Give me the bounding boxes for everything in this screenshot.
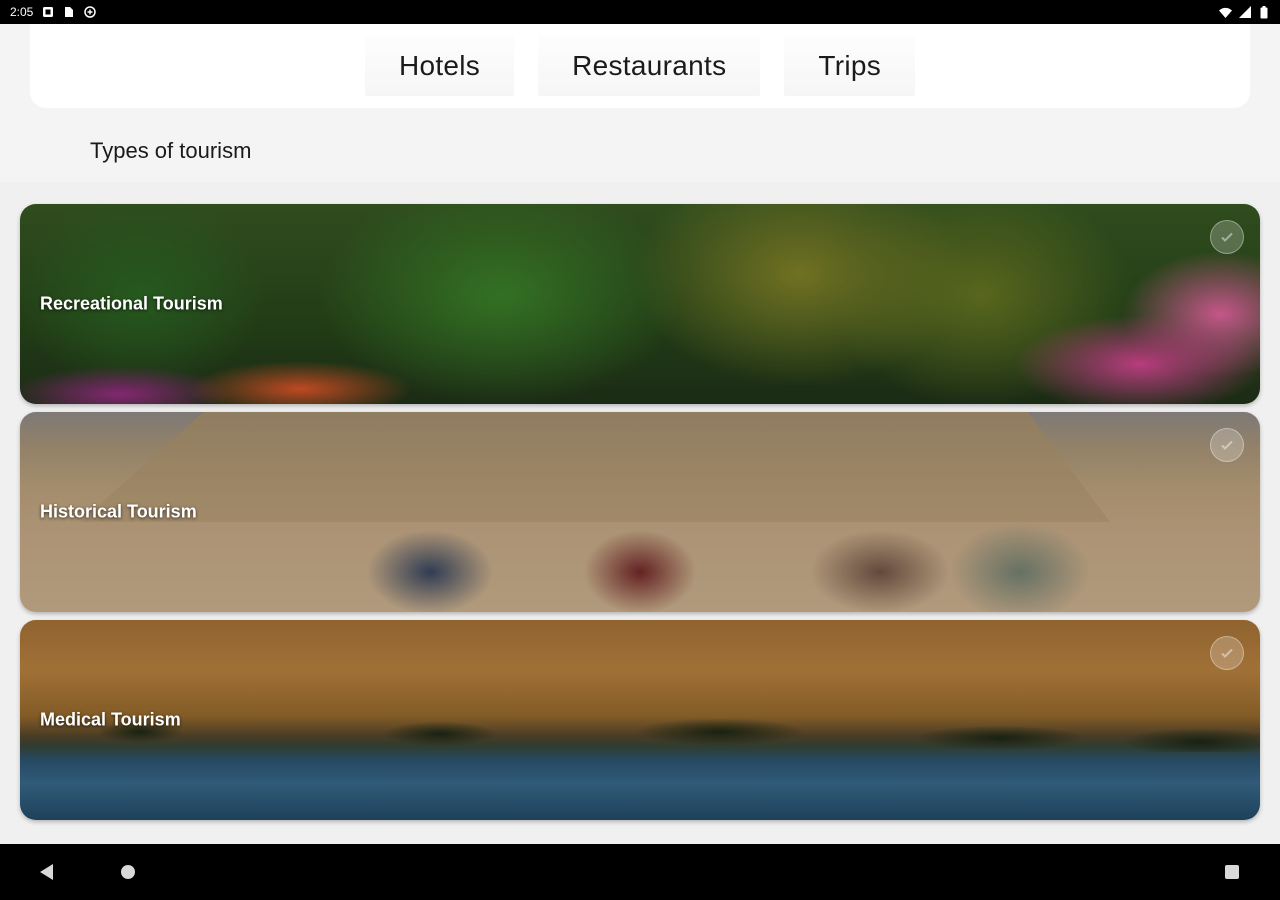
tourism-card-medical[interactable]: Medical Tourism — [20, 620, 1260, 820]
section-title: Types of tourism — [90, 138, 252, 163]
data-saver-icon — [83, 6, 96, 19]
category-tabs: Hotels Restaurants Trips — [30, 24, 1250, 108]
tab-trips[interactable]: Trips — [784, 36, 916, 96]
select-check-icon[interactable] — [1210, 428, 1244, 462]
card-label: Historical Tourism — [40, 501, 197, 522]
signal-icon — [1238, 6, 1251, 19]
tab-restaurants[interactable]: Restaurants — [538, 36, 761, 96]
sim-card-icon — [62, 6, 75, 19]
back-icon[interactable] — [40, 864, 53, 880]
battery-icon — [1257, 5, 1270, 19]
system-nav-bar — [0, 844, 1280, 900]
select-check-icon[interactable] — [1210, 636, 1244, 670]
tourism-card-recreational[interactable]: Recreational Tourism — [20, 204, 1260, 404]
select-check-icon[interactable] — [1210, 220, 1244, 254]
tourism-card-historical[interactable]: Historical Tourism — [20, 412, 1260, 612]
status-bar: 2:05 — [0, 0, 1280, 24]
card-label: Medical Tourism — [40, 709, 181, 730]
wifi-icon — [1219, 6, 1232, 19]
home-icon[interactable] — [121, 865, 135, 879]
tab-hotels[interactable]: Hotels — [364, 36, 515, 96]
card-label: Recreational Tourism — [40, 293, 223, 314]
recents-icon[interactable] — [1225, 865, 1239, 879]
notification-icon — [41, 6, 54, 19]
app-screen: Hotels Restaurants Trips Types of touris… — [0, 24, 1280, 844]
status-time: 2:05 — [10, 5, 34, 19]
tourism-types-list[interactable]: Recreational Tourism Historical Tourism … — [0, 182, 1280, 844]
